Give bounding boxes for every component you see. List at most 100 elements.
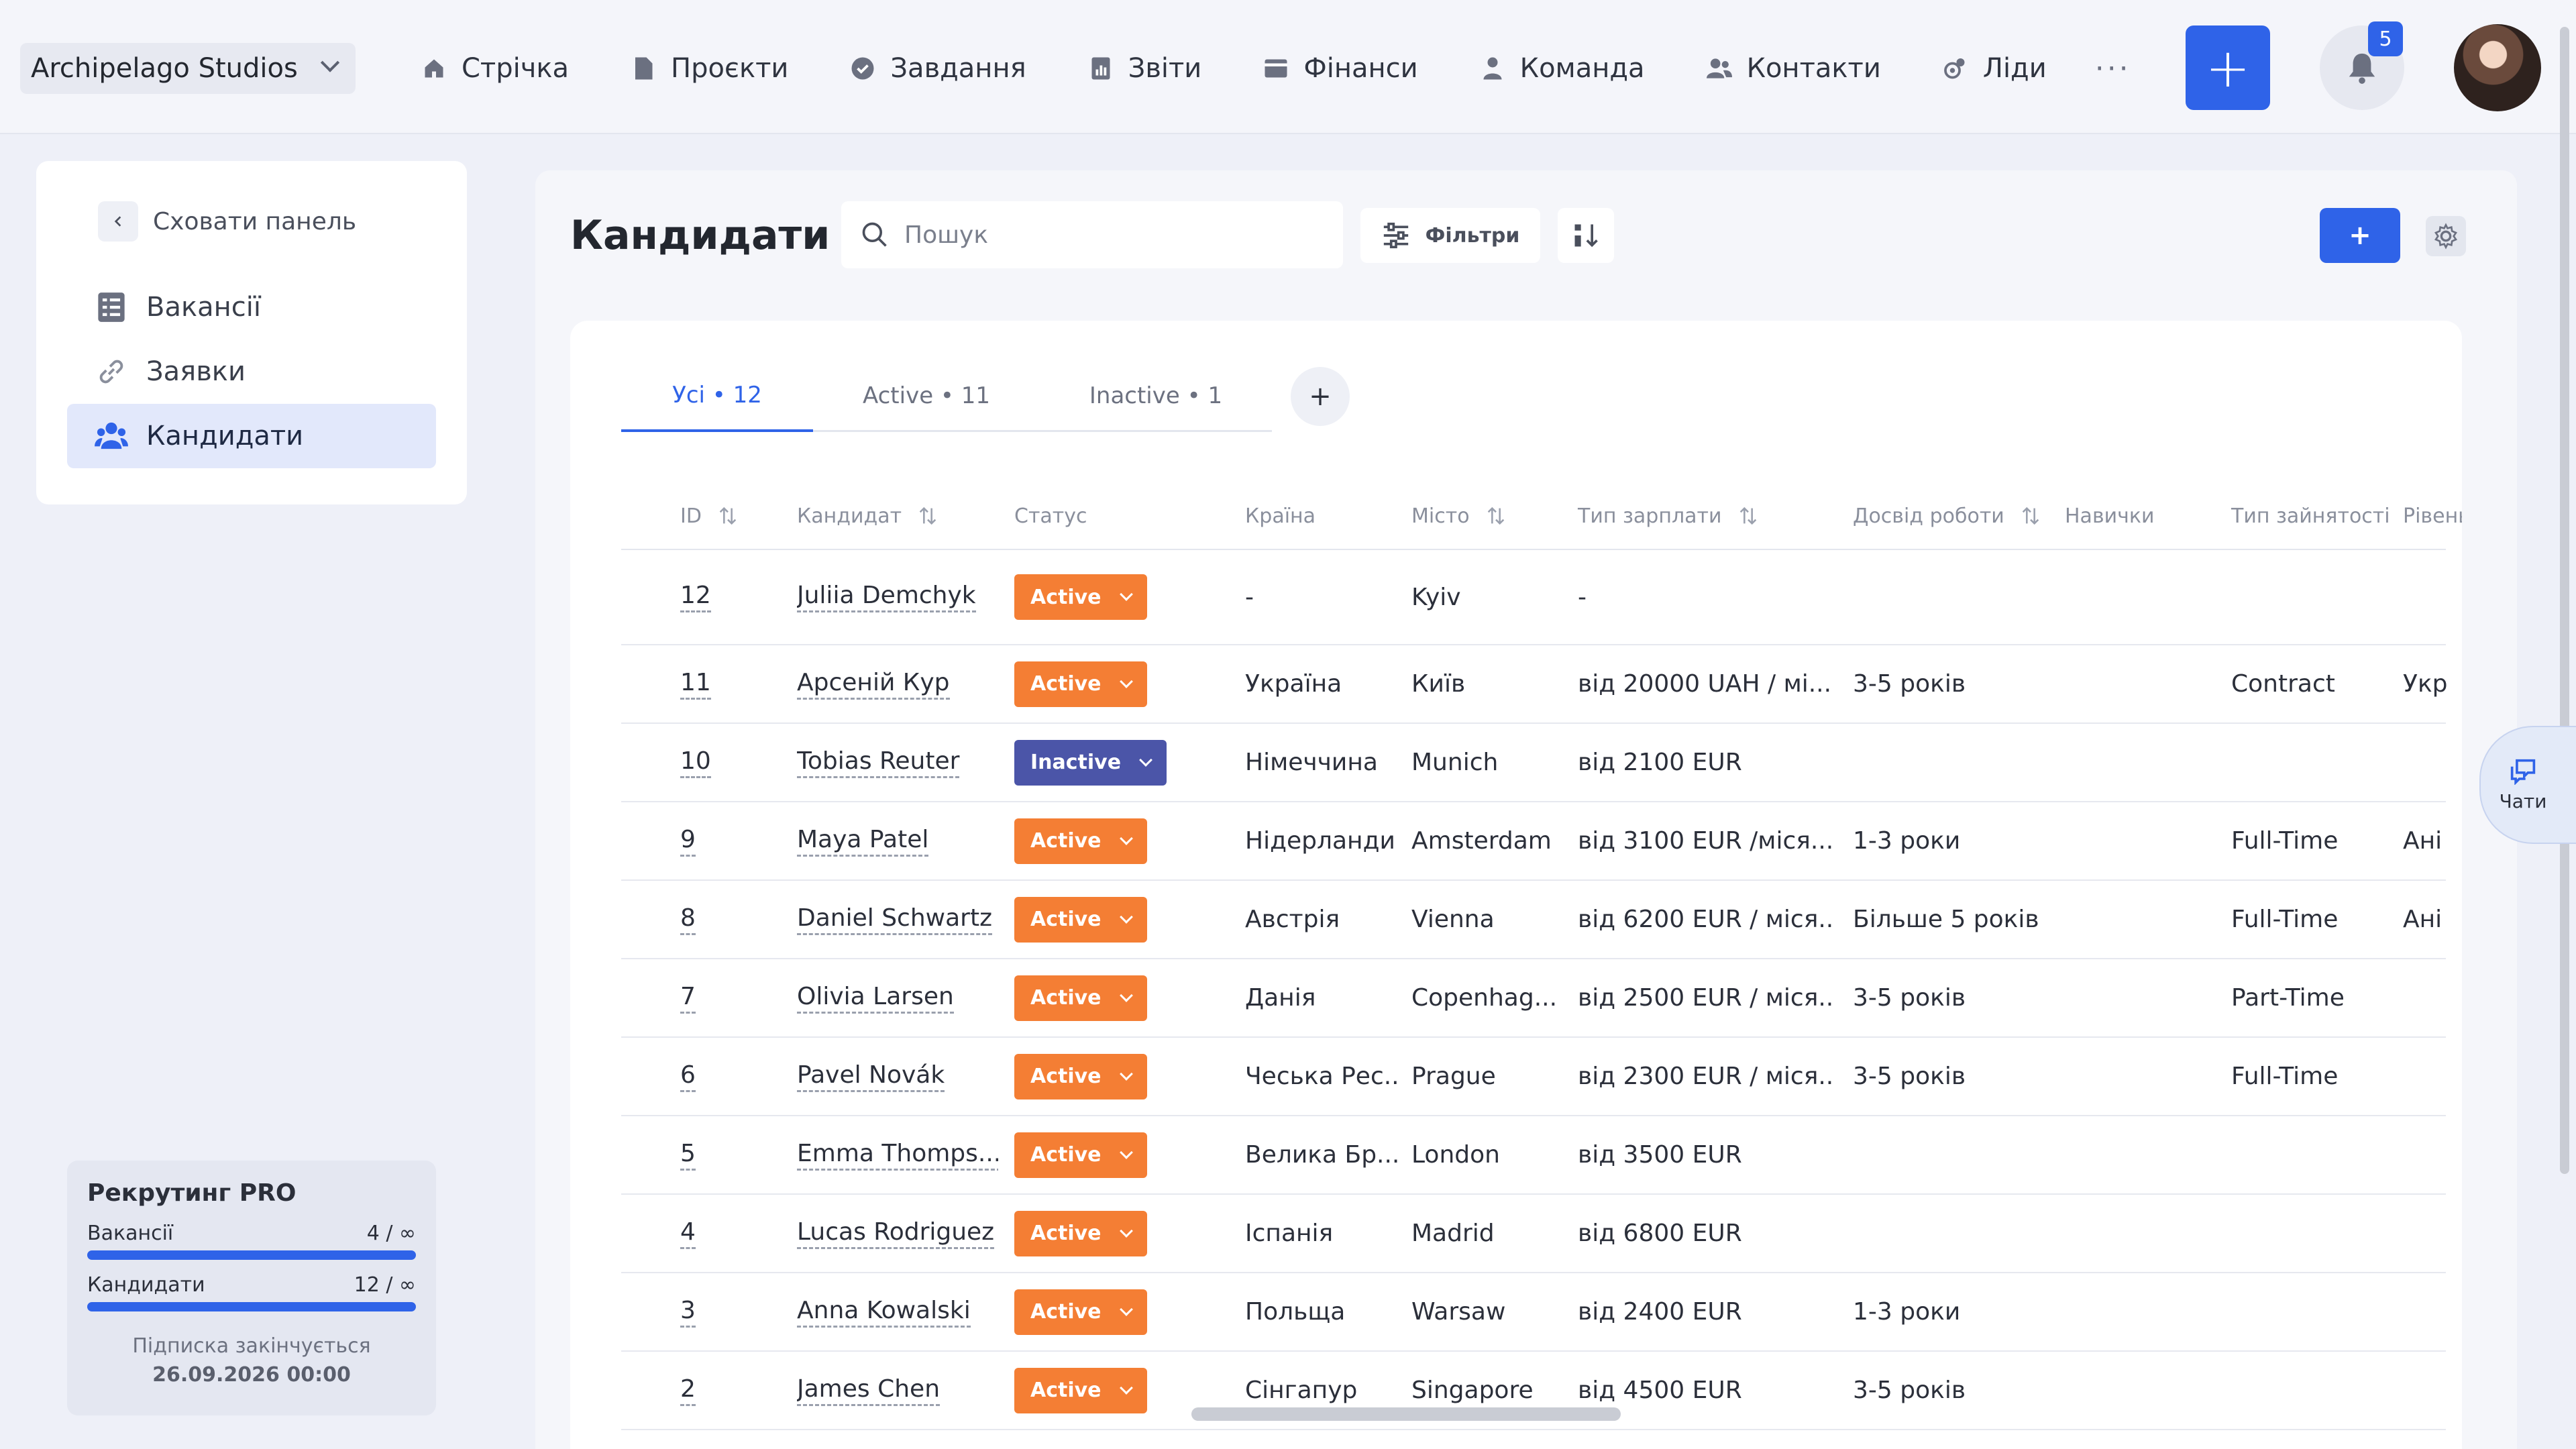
- col-candidate-cell[interactable]: Арсеній Кур: [797, 645, 998, 722]
- col-candidate-cell[interactable]: Olivia Larsen: [797, 959, 998, 1036]
- tab-inactive[interactable]: Inactive • 1: [1040, 361, 1272, 432]
- status-dropdown[interactable]: Active: [1014, 574, 1147, 620]
- col-candidate-value[interactable]: Juliia Demchyk: [797, 582, 976, 612]
- col-candidate-value[interactable]: Арсеній Кур: [797, 669, 950, 700]
- col-id-cell[interactable]: 4: [680, 1195, 781, 1272]
- col-candidate-cell[interactable]: Daniel Schwartz: [797, 881, 998, 958]
- col-candidate-cell[interactable]: Lucas Rodriguez: [797, 1195, 998, 1272]
- col-status-cell[interactable]: Active: [1014, 881, 1229, 958]
- table-row[interactable]: 9 Maya Patel Active Нідерланди Amsterdam від …: [621, 802, 2446, 881]
- col-id-cell[interactable]: 9: [680, 802, 781, 879]
- col-candidate-value[interactable]: Pavel Novák: [797, 1061, 945, 1092]
- col-candidate-cell[interactable]: Maya Patel: [797, 802, 998, 879]
- col-candidate-value[interactable]: James Chen: [797, 1375, 941, 1406]
- col-id-cell[interactable]: 6: [680, 1038, 781, 1115]
- col-status-cell[interactable]: Inactive: [1014, 724, 1229, 801]
- col-id-value[interactable]: 11: [680, 669, 711, 700]
- col-id-cell[interactable]: 2: [680, 1352, 781, 1429]
- col-candidate-value[interactable]: Maya Patel: [797, 826, 929, 857]
- sort-arrows-icon[interactable]: [1485, 504, 1507, 527]
- col-salary-type-header[interactable]: Тип зарплати: [1578, 482, 1833, 550]
- add-candidate-button[interactable]: +: [2320, 208, 2400, 263]
- workspace-switcher[interactable]: Archipelago Studios: [20, 43, 356, 94]
- col-id-cell[interactable]: 3: [680, 1273, 781, 1350]
- horizontal-scrollbar[interactable]: [1191, 1407, 1621, 1421]
- sort-button[interactable]: [1558, 208, 1614, 263]
- sort-arrows-icon[interactable]: [1737, 504, 1760, 527]
- col-candidate-cell[interactable]: Emma Thomps...: [797, 1116, 998, 1193]
- status-dropdown[interactable]: Active: [1014, 818, 1147, 864]
- col-status-cell[interactable]: Active: [1014, 959, 1229, 1036]
- status-dropdown[interactable]: Active: [1014, 661, 1147, 707]
- table-row[interactable]: 11 Арсеній Кур Active Україна Київ від 20000 …: [621, 645, 2448, 724]
- nav-item-reports[interactable]: Звіти: [1088, 53, 1201, 84]
- col-id-value[interactable]: 5: [680, 1140, 696, 1171]
- col-status-cell[interactable]: Active: [1014, 1038, 1229, 1115]
- col-experience-header[interactable]: Досвід роботи: [1853, 482, 2054, 550]
- create-button[interactable]: +: [2186, 25, 2270, 110]
- sidebar-item-applications[interactable]: Заявки: [67, 339, 436, 404]
- table-row[interactable]: 4 Lucas Rodriguez Active Іспанія Madrid від 6…: [621, 1195, 2446, 1273]
- col-id-cell[interactable]: 12: [680, 550, 781, 644]
- status-dropdown[interactable]: Inactive: [1014, 739, 1167, 786]
- table-row[interactable]: 5 Emma Thomps... Active Велика Бр... London в…: [621, 1116, 2446, 1195]
- col-id-value[interactable]: 6: [680, 1061, 696, 1092]
- filters-button[interactable]: Фільтри: [1360, 208, 1540, 263]
- search-input[interactable]: [904, 221, 1307, 249]
- col-candidate-value[interactable]: Tobias Reuter: [797, 747, 960, 778]
- col-status-cell[interactable]: Active: [1014, 1195, 1229, 1272]
- table-row[interactable]: 7 Olivia Larsen Active Данія Copenhag... від …: [621, 959, 2446, 1038]
- add-tab-button[interactable]: +: [1291, 367, 1350, 426]
- col-candidate-header[interactable]: Кандидат: [797, 482, 998, 550]
- col-id-value[interactable]: 7: [680, 983, 696, 1014]
- nav-item-leads[interactable]: Ліди: [1943, 53, 2047, 84]
- col-candidate-value[interactable]: Daniel Schwartz: [797, 904, 992, 935]
- col-candidate-value[interactable]: Anna Kowalski: [797, 1297, 971, 1328]
- table-row[interactable]: 10 Tobias Reuter Inactive Німеччина Munich ві…: [621, 724, 2446, 802]
- sort-arrows-icon[interactable]: [916, 504, 939, 527]
- col-candidate-cell[interactable]: Tobias Reuter: [797, 724, 998, 801]
- table-row[interactable]: 8 Daniel Schwartz Active Австрія Vienna від 6…: [621, 881, 2446, 959]
- more-menu-button[interactable]: ···: [2095, 52, 2131, 86]
- col-id-value[interactable]: 4: [680, 1218, 696, 1249]
- col-status-cell[interactable]: Active: [1014, 550, 1229, 644]
- col-candidate-value[interactable]: Olivia Larsen: [797, 983, 954, 1014]
- col-id-cell[interactable]: 5: [680, 1116, 781, 1193]
- col-id-value[interactable]: 9: [680, 826, 696, 857]
- user-avatar[interactable]: [2454, 24, 2541, 111]
- sort-arrows-icon[interactable]: [2019, 504, 2042, 527]
- status-dropdown[interactable]: Active: [1014, 1210, 1147, 1256]
- col-candidate-value[interactable]: Lucas Rodriguez: [797, 1218, 995, 1249]
- col-id-value[interactable]: 8: [680, 904, 696, 935]
- col-id-header[interactable]: ID: [680, 482, 781, 550]
- status-dropdown[interactable]: Active: [1014, 1367, 1147, 1413]
- nav-item-projects[interactable]: Проєкти: [631, 53, 788, 84]
- col-candidate-cell[interactable]: James Chen: [797, 1352, 998, 1429]
- sidebar-item-vacancies[interactable]: Вакансії: [67, 275, 436, 339]
- col-candidate-cell[interactable]: Pavel Novák: [797, 1038, 998, 1115]
- status-dropdown[interactable]: Active: [1014, 975, 1147, 1021]
- col-candidate-value[interactable]: Emma Thomps...: [797, 1140, 998, 1171]
- status-dropdown[interactable]: Active: [1014, 1053, 1147, 1099]
- nav-item-tasks[interactable]: Завдання: [850, 53, 1026, 84]
- sidebar-item-candidates[interactable]: Кандидати: [67, 404, 436, 468]
- vertical-scrollbar[interactable]: [2560, 27, 2569, 1174]
- search-box[interactable]: [841, 201, 1343, 268]
- col-city-header[interactable]: Місто: [1411, 482, 1566, 550]
- col-candidate-cell[interactable]: Anna Kowalski: [797, 1273, 998, 1350]
- status-dropdown[interactable]: Active: [1014, 1289, 1147, 1335]
- col-id-cell[interactable]: 11: [680, 645, 781, 722]
- table-row[interactable]: 12 Juliia Demchyk Active - Kyiv -: [621, 550, 2446, 645]
- nav-item-feed[interactable]: Стрічка: [421, 53, 569, 84]
- status-dropdown[interactable]: Active: [1014, 896, 1147, 943]
- col-id-value[interactable]: 10: [680, 747, 711, 778]
- col-id-cell[interactable]: 8: [680, 881, 781, 958]
- table-row[interactable]: 3 Anna Kowalski Active Польща Warsaw від 2400…: [621, 1273, 2446, 1352]
- hide-panel-button[interactable]: Сховати панель: [98, 201, 436, 241]
- nav-item-team[interactable]: Команда: [1480, 53, 1645, 84]
- chats-button[interactable]: Чати: [2479, 726, 2576, 844]
- status-dropdown[interactable]: Active: [1014, 1132, 1147, 1178]
- col-status-cell[interactable]: Active: [1014, 1116, 1229, 1193]
- col-status-cell[interactable]: Active: [1014, 802, 1229, 879]
- nav-item-finance[interactable]: Фінанси: [1263, 53, 1418, 84]
